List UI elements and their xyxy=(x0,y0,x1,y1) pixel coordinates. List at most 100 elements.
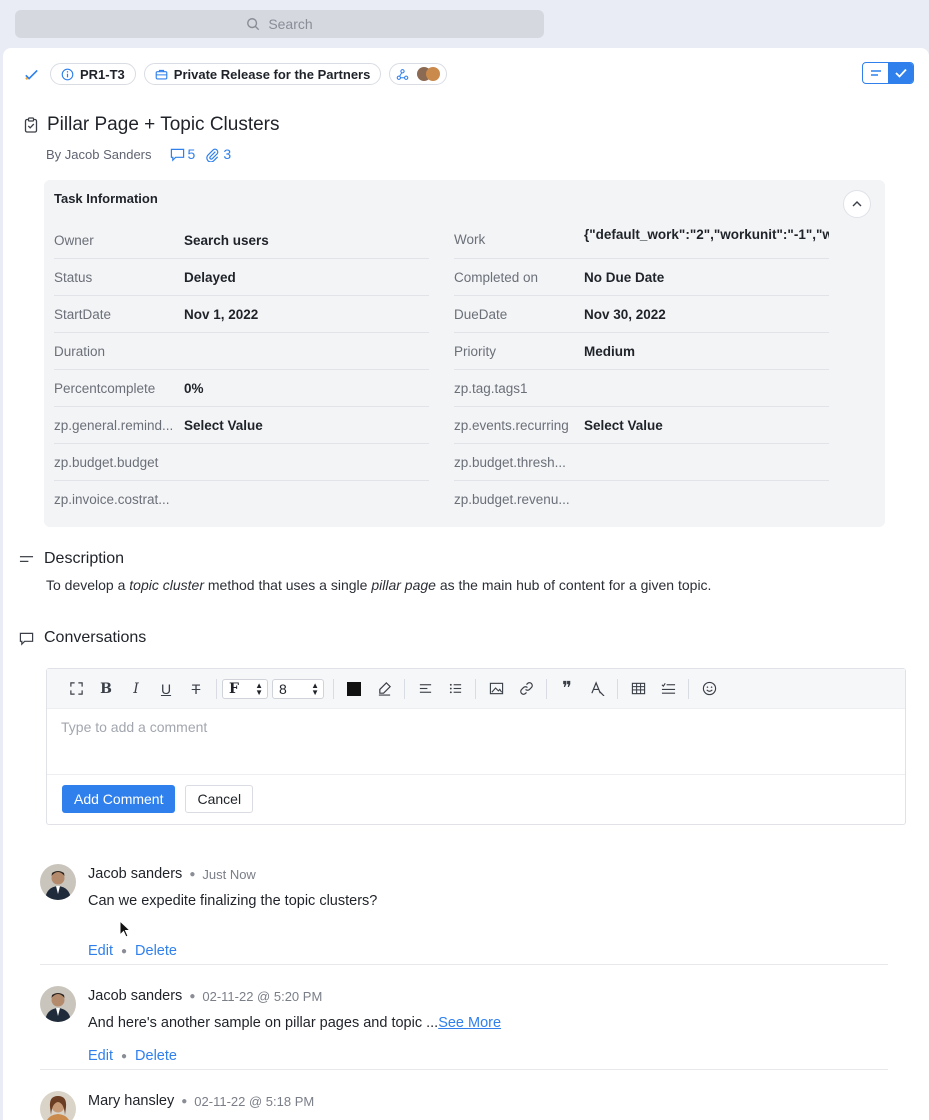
text-color-button[interactable] xyxy=(339,677,369,701)
cancel-button[interactable]: Cancel xyxy=(185,785,254,813)
conversations-header: Conversations xyxy=(19,629,146,647)
highlight-button[interactable] xyxy=(369,677,399,701)
view-toggle xyxy=(862,62,914,84)
italic-button[interactable]: I xyxy=(121,677,151,701)
insert-link-button[interactable] xyxy=(511,677,541,701)
field-budget-revenue[interactable]: zp.budget.revenu... xyxy=(454,481,829,518)
comment-body: Can we expedite finalizing the topic clu… xyxy=(88,893,378,909)
field-tags[interactable]: zp.tag.tags1 xyxy=(454,370,829,407)
field-status[interactable]: Status Delayed xyxy=(54,259,429,296)
project-chip[interactable]: Private Release for the Partners xyxy=(143,63,382,85)
bold-button[interactable]: B xyxy=(91,677,121,701)
separator-dot: ● xyxy=(121,945,128,957)
search-placeholder: Search xyxy=(268,16,313,32)
task-fields-right: Work {"default_work":"2","workunit":"-1",… xyxy=(454,222,829,518)
avatar[interactable] xyxy=(40,1091,76,1120)
comments-count-link[interactable]: 5 xyxy=(170,146,195,162)
field-events-recurring[interactable]: zp.events.recurring Select Value xyxy=(454,407,829,444)
field-priority[interactable]: Priority Medium xyxy=(454,333,829,370)
field-budget-threshold[interactable]: zp.budget.thresh... xyxy=(454,444,829,481)
global-search-bar[interactable]: Search xyxy=(15,10,544,38)
delete-comment-link[interactable]: Delete xyxy=(135,943,177,959)
fullscreen-button[interactable] xyxy=(61,677,91,701)
task-header-chips: PR1-T3 Private Release for the Partners xyxy=(21,62,448,86)
paperclip-icon xyxy=(206,148,219,162)
assignees-chip[interactable] xyxy=(389,63,448,85)
add-comment-button[interactable]: Add Comment xyxy=(62,785,176,813)
color-swatch-icon xyxy=(347,681,361,696)
edit-comment-link[interactable]: Edit xyxy=(88,943,113,959)
emoji-button[interactable] xyxy=(694,677,724,701)
edit-comment-link[interactable]: Edit xyxy=(88,1048,113,1064)
check-icon xyxy=(894,68,907,78)
checklist-button[interactable] xyxy=(653,677,683,701)
workflow-icon xyxy=(397,68,409,80)
info-icon xyxy=(61,68,74,80)
field-budget[interactable]: zp.budget.budget xyxy=(54,444,429,481)
comment-header: Jacob sanders ● 02-11-22 @ 5:20 PM xyxy=(88,988,322,1004)
toolbar-divider xyxy=(475,678,476,699)
list-button[interactable] xyxy=(440,677,470,701)
comment-item: Jacob sanders ● 02-11-22 @ 5:20 PM And h… xyxy=(40,986,888,1066)
mouse-cursor-icon xyxy=(119,920,131,938)
task-information-heading: Task Information xyxy=(54,191,158,206)
field-invoice-costrate[interactable]: zp.invoice.costrat... xyxy=(54,481,429,518)
image-icon xyxy=(489,682,503,695)
clear-format-button[interactable] xyxy=(582,677,612,701)
clear-format-icon xyxy=(590,681,604,696)
editor-toolbar: B I U T F ▲ ▼ 8 ▲ ▼ ❞ xyxy=(47,669,905,709)
comment-header: Mary hansley ● 02-11-22 @ 5:18 PM xyxy=(88,1093,314,1109)
quote-button[interactable]: ❞ xyxy=(552,677,582,701)
expand-icon xyxy=(69,682,83,695)
assignee-avatar xyxy=(426,67,441,81)
underline-button[interactable]: U xyxy=(151,677,181,701)
field-general-reminder[interactable]: zp.general.remind... Select Value xyxy=(54,407,429,444)
comment-author[interactable]: Jacob sanders xyxy=(88,866,182,882)
field-duedate[interactable]: DueDate Nov 30, 2022 xyxy=(454,296,829,333)
comment-author[interactable]: Jacob sanders xyxy=(88,988,182,1004)
task-id-chip[interactable]: PR1-T3 xyxy=(50,63,136,85)
comment-editor: B I U T F▲▼ 8▲▼ ❞ Type to add a comm xyxy=(46,668,906,825)
insert-table-button[interactable] xyxy=(623,677,653,701)
link-icon xyxy=(519,682,533,695)
comment-icon xyxy=(170,148,184,162)
bullet-list-icon xyxy=(449,683,461,694)
task-meta: By Jacob Sanders 5 3 xyxy=(46,146,231,162)
field-owner[interactable]: Owner Search users xyxy=(54,222,429,259)
attachments-count-link[interactable]: 3 xyxy=(205,146,231,162)
font-family-select[interactable]: F ▲ ▼ xyxy=(222,678,268,699)
insert-image-button[interactable] xyxy=(481,677,511,701)
toolbar-divider xyxy=(216,678,217,699)
toolbar-divider xyxy=(333,678,334,699)
delete-comment-link[interactable]: Delete xyxy=(135,1048,177,1064)
task-type-icon[interactable] xyxy=(21,63,42,85)
collapse-button[interactable] xyxy=(843,190,871,218)
task-detail-panel: PR1-T3 Private Release for the Partners … xyxy=(3,48,929,1120)
task-author: By Jacob Sanders xyxy=(46,146,152,162)
task-view-button[interactable] xyxy=(888,63,913,83)
description-text[interactable]: To develop a topic cluster method that u… xyxy=(46,577,711,593)
comment-item: Mary hansley ● 02-11-22 @ 5:18 PM xyxy=(40,1091,888,1120)
avatar[interactable] xyxy=(40,864,76,900)
field-startdate[interactable]: StartDate Nov 1, 2022 xyxy=(54,296,429,333)
conversations-heading: Conversations xyxy=(44,629,147,646)
task-title-row: Pillar Page + Topic Clusters xyxy=(23,114,280,136)
comment-body: And here's another sample on pillar page… xyxy=(88,1015,502,1031)
project-label: Private Release for the Partners xyxy=(173,66,371,82)
field-completed-on[interactable]: Completed on No Due Date xyxy=(454,259,829,296)
field-work[interactable]: Work {"default_work":"2","workunit":"-1",… xyxy=(454,222,829,259)
task-title[interactable]: Pillar Page + Topic Clusters xyxy=(47,114,280,136)
see-more-link[interactable]: See More xyxy=(438,1015,501,1031)
search-icon xyxy=(247,18,260,31)
field-percentcomplete[interactable]: Percentcomplete 0% xyxy=(54,370,429,407)
comment-author[interactable]: Mary hansley xyxy=(88,1093,174,1109)
comment-input[interactable]: Type to add a comment xyxy=(47,709,905,775)
stepper-icon: ▲ ▼ xyxy=(255,680,263,697)
comment-actions: Edit ● Delete xyxy=(88,943,177,959)
avatar[interactable] xyxy=(40,986,76,1022)
description-view-button[interactable] xyxy=(863,63,888,83)
field-duration[interactable]: Duration xyxy=(54,333,429,370)
align-button[interactable] xyxy=(410,677,440,701)
strikethrough-button[interactable]: T xyxy=(181,677,211,701)
font-size-select[interactable]: 8 ▲ ▼ xyxy=(272,678,324,699)
